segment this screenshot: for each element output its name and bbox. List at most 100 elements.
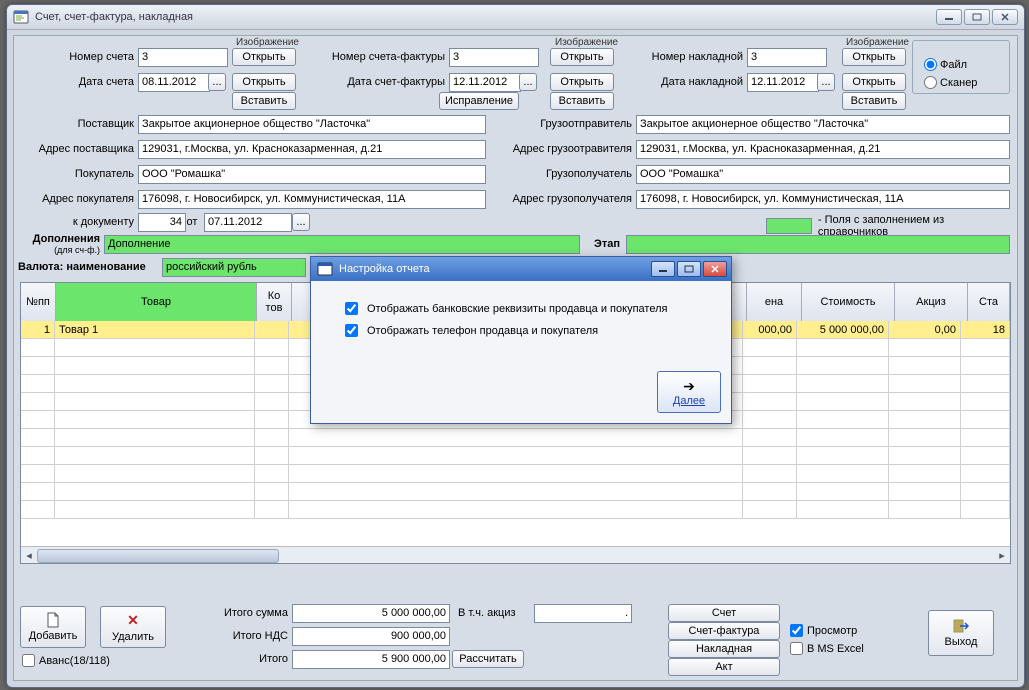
minimize-button[interactable] [936,9,962,25]
paste-waybill-button[interactable]: Вставить [842,92,906,110]
input-total-all[interactable]: 5 900 000,00 [292,650,450,669]
col-excise[interactable]: Акциз [895,283,968,321]
input-factura-date[interactable]: 12.11.2012 [449,73,521,92]
input-factura-number[interactable]: 3 [449,48,539,67]
paste-factura-button[interactable]: Вставить [550,92,614,110]
close-button[interactable] [992,9,1018,25]
add-button[interactable]: Добавить [20,606,86,648]
input-shipper[interactable]: Закрытое акционерное общество "Ласточка" [636,115,1010,134]
input-stage[interactable] [626,235,1010,254]
label-waybill-number: Номер накладной [628,51,743,63]
next-button[interactable]: ➔ Далее [657,371,721,413]
input-supplier[interactable]: Закрытое акционерное общество "Ласточка" [138,115,486,134]
label-buyer: Покупатель [24,168,134,180]
window-title: Счет, счет-фактура, накладная [35,11,936,23]
scroll-right-icon[interactable]: ▸ [994,547,1010,563]
label-from: от [184,216,200,228]
maximize-button[interactable] [964,9,990,25]
date-picker-invoice-button[interactable]: ... [208,73,226,91]
image-caption-3: Изображение [846,37,909,48]
input-invoice-number[interactable]: 3 [138,48,228,67]
open-waybill-button[interactable]: Открыть [842,73,906,91]
scroll-thumb[interactable] [37,549,279,563]
delete-icon: ✕ [127,612,139,629]
input-buyer[interactable]: ООО "Ромашка" [138,165,486,184]
delete-button[interactable]: ✕ Удалить [100,606,166,648]
input-buyer-addr[interactable]: 176098, г. Новосибирск, ул. Коммунистиче… [138,190,486,209]
modal-minimize-button[interactable] [651,261,675,277]
input-waybill-date[interactable]: 12.11.2012 [747,73,819,92]
cell-rate: 18 [961,321,1010,339]
input-waybill-number[interactable]: 3 [747,48,827,67]
input-supplier-addr[interactable]: 129031, г.Москва, ул. Красноказарменная,… [138,140,486,159]
schet-factura-button[interactable]: Счет-фактура [668,622,780,640]
akt-button[interactable]: Акт [668,658,780,676]
col-cost[interactable]: Стоимость [802,283,895,321]
col-qty[interactable]: Ко тов [257,283,292,321]
table-hscrollbar[interactable]: ◂ ▸ [21,546,1010,563]
input-todoc-date[interactable]: 07.11.2012 [204,213,292,232]
label-excise-incl: В т.ч. акциз [458,607,530,619]
checkbox-advance[interactable]: Аванс(18/118) [22,654,110,667]
paste-invoice-button[interactable]: Вставить [232,92,296,110]
input-consignee-addr[interactable]: 176098, г. Новосибирск, ул. Коммунистиче… [636,190,1010,209]
label-stage: Этап [580,238,620,250]
date-picker-waybill-button[interactable]: ... [817,73,835,91]
label-currency: Валюта: наименование [18,261,158,273]
checkbox-preview[interactable]: Просмотр [790,624,857,637]
col-n[interactable]: №пп [21,283,56,321]
schet-button[interactable]: Счет [668,604,780,622]
calculate-button[interactable]: Рассчитать [452,650,524,668]
correction-button[interactable]: Исправление [439,92,519,110]
image-caption-1: Изображение [236,37,299,48]
input-total-sum[interactable]: 5 000 000,00 [292,604,450,623]
nakladnaya-button[interactable]: Накладная [668,640,780,658]
label-shipper-addr: Адрес грузоотравителя [492,143,632,155]
date-picker-factura-button[interactable]: ... [519,73,537,91]
open-invoice-button[interactable]: Открыть [232,73,296,91]
radio-file[interactable]: Файл [924,58,967,71]
label-buyer-addr: Адрес покупателя [24,193,134,205]
input-excise-incl[interactable]: . [534,604,632,623]
input-total-vat[interactable]: 900 000,00 [292,627,450,646]
input-currency[interactable]: российский рубль [162,258,306,277]
input-shipper-addr[interactable]: 129031, г.Москва, ул. Красноказарменная,… [636,140,1010,159]
open-image-factura-button[interactable]: Открыть [550,48,614,66]
label-total-sum: Итого сумма [188,607,288,619]
scroll-left-icon[interactable]: ◂ [21,547,37,563]
exit-icon [953,618,969,634]
modal-titlebar[interactable]: Настройка отчета [311,257,731,281]
label-shipper: Грузоотправитель [492,118,632,130]
cell-cost: 5 000 000,00 [797,321,889,339]
open-image-invoice-button[interactable]: Открыть [232,48,296,66]
checkbox-msexcel[interactable]: В MS Excel [790,642,864,655]
checkbox-show-bank-details[interactable]: Отображать банковские реквизиты продавца… [341,299,667,318]
bottom-bar: Добавить ✕ Удалить Аванс(18/118) Итого с… [20,604,1011,676]
input-invoice-date[interactable]: 08.11.2012 [138,73,210,92]
checkbox-show-phone[interactable]: Отображать телефон продавца и покупателя [341,321,598,340]
exit-button[interactable]: Выход [928,610,994,656]
next-link[interactable]: Далее [673,395,705,407]
label-total-vat: Итого НДС [188,630,288,642]
col-price[interactable]: ена [747,283,802,321]
new-doc-icon [46,612,60,628]
input-addon[interactable]: Дополнение [104,235,580,254]
modal-maximize-button[interactable] [677,261,701,277]
arrow-right-icon: ➔ [683,378,695,395]
label-factura-number: Номер счета-фактуры [310,51,445,63]
label-total-all: Итого [188,653,288,665]
open-image-waybill-button[interactable]: Открыть [842,48,906,66]
radio-scanner[interactable]: Сканер [924,76,977,89]
modal-title: Настройка отчета [339,263,430,275]
modal-close-button[interactable] [703,261,727,277]
image-caption-2: Изображение [555,37,618,48]
date-picker-todoc-button[interactable]: ... [292,213,310,231]
main-titlebar[interactable]: Счет, счет-фактура, накладная [7,5,1024,30]
modal-app-icon [317,261,333,277]
open-factura-button[interactable]: Открыть [550,73,614,91]
input-todoc-num[interactable]: 34 [138,213,186,232]
input-consignee[interactable]: ООО "Ромашка" [636,165,1010,184]
report-settings-dialog: Настройка отчета Отображать банковские р… [310,256,732,424]
col-goods[interactable]: Товар [56,283,257,321]
col-rate[interactable]: Ста [968,283,1010,321]
